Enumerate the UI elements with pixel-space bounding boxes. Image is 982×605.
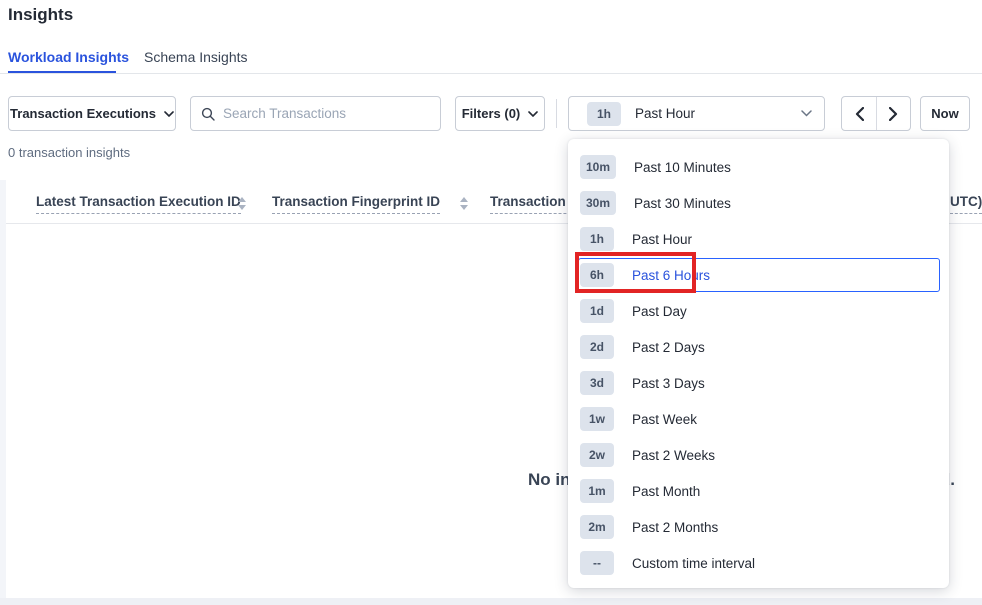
time-option-label: Past Month — [632, 484, 700, 499]
time-option-label: Past 3 Days — [632, 376, 705, 391]
transaction-type-select[interactable]: Transaction Executions — [8, 96, 176, 131]
time-option-label: Past 10 Minutes — [634, 160, 731, 175]
time-shift-arrows — [841, 96, 911, 131]
chevron-down-icon — [528, 111, 538, 117]
time-option-badge: 1d — [580, 299, 614, 323]
time-range-picker[interactable]: 1h Past Hour — [568, 96, 825, 131]
next-interval-button[interactable] — [876, 97, 910, 130]
time-option-past-30-minutes[interactable]: 30m Past 30 Minutes — [568, 185, 949, 221]
time-option-past-3-days[interactable]: 3d Past 3 Days — [568, 365, 949, 401]
time-option-past-hour[interactable]: 1h Past Hour — [568, 221, 949, 257]
time-option-custom-interval[interactable]: -- Custom time interval — [568, 545, 949, 581]
tabs-divider — [0, 73, 982, 74]
time-option-badge: 2d — [580, 335, 614, 359]
chevron-left-icon — [855, 107, 864, 121]
time-option-label: Past 30 Minutes — [634, 196, 731, 211]
time-range-dropdown: 10m Past 10 Minutes 30m Past 30 Minutes … — [568, 139, 949, 588]
time-option-badge: -- — [580, 551, 614, 575]
column-header-start-time-utc[interactable]: UTC) — [950, 194, 982, 214]
search-transactions-box[interactable] — [190, 96, 441, 131]
time-option-badge: 2w — [580, 443, 614, 467]
time-option-label: Past Week — [632, 412, 697, 427]
time-option-badge: 2m — [580, 515, 614, 539]
column-header-transaction-fingerprint-id[interactable]: Transaction Fingerprint ID — [272, 194, 440, 214]
tab-workload-insights[interactable]: Workload Insights — [8, 49, 129, 65]
time-option-badge: 10m — [580, 155, 616, 179]
toolbar-divider — [556, 99, 557, 128]
time-option-label: Custom time interval — [632, 556, 755, 571]
sort-icon[interactable] — [460, 197, 468, 210]
time-option-label: Past 6 Hours — [632, 268, 710, 283]
now-button[interactable]: Now — [920, 96, 970, 131]
search-input[interactable] — [223, 106, 430, 121]
time-option-badge: 6h — [580, 263, 614, 287]
time-option-past-2-weeks[interactable]: 2w Past 2 Weeks — [568, 437, 949, 473]
chevron-down-icon — [801, 110, 812, 117]
filters-button[interactable]: Filters (0) — [455, 96, 545, 131]
time-option-label: Past Day — [632, 304, 687, 319]
time-option-badge: 1m — [580, 479, 614, 503]
transaction-type-label: Transaction Executions — [10, 106, 156, 121]
insights-page: Insights Workload Insights Schema Insigh… — [0, 0, 982, 605]
filters-label: Filters (0) — [462, 106, 521, 121]
chevron-right-icon — [889, 107, 898, 121]
time-option-past-week[interactable]: 1w Past Week — [568, 401, 949, 437]
insights-count: 0 transaction insights — [8, 145, 130, 160]
sort-icon[interactable] — [238, 197, 246, 210]
time-option-badge: 1w — [580, 407, 614, 431]
time-range-badge: 1h — [587, 102, 621, 126]
time-option-label: Past 2 Days — [632, 340, 705, 355]
time-option-past-2-days[interactable]: 2d Past 2 Days — [568, 329, 949, 365]
time-range-label: Past Hour — [635, 106, 787, 121]
page-title: Insights — [8, 5, 73, 25]
time-option-past-month[interactable]: 1m Past Month — [568, 473, 949, 509]
time-option-label: Past 2 Weeks — [632, 448, 715, 463]
chevron-down-icon — [164, 111, 174, 117]
time-option-badge: 1h — [580, 227, 614, 251]
time-option-label: Past Hour — [632, 232, 692, 247]
search-icon — [201, 107, 215, 121]
time-option-badge: 30m — [580, 191, 616, 215]
previous-interval-button[interactable] — [842, 97, 876, 130]
time-option-past-10-minutes[interactable]: 10m Past 10 Minutes — [568, 149, 949, 185]
tab-schema-insights[interactable]: Schema Insights — [144, 49, 248, 65]
time-option-past-6-hours[interactable]: 6h Past 6 Hours — [568, 257, 949, 293]
left-gutter — [0, 180, 6, 605]
bottom-strip — [0, 598, 982, 605]
time-option-label: Past 2 Months — [632, 520, 718, 535]
time-option-past-2-months[interactable]: 2m Past 2 Months — [568, 509, 949, 545]
time-option-badge: 3d — [580, 371, 614, 395]
column-header-latest-transaction-execution-id[interactable]: Latest Transaction Execution ID — [36, 194, 241, 214]
time-option-past-day[interactable]: 1d Past Day — [568, 293, 949, 329]
